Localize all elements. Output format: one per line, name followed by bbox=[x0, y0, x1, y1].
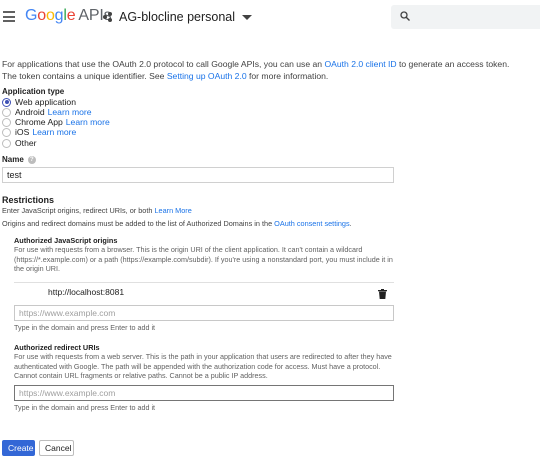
project-selector[interactable]: AG-blocline personal bbox=[103, 10, 253, 24]
js-origin-hint: Type in the domain and press Enter to ad… bbox=[14, 323, 156, 332]
js-origin-entry-row: http://localhost:8081 bbox=[14, 282, 394, 302]
project-hierarchy-icon bbox=[103, 12, 113, 22]
android-learn-more-link[interactable]: Learn more bbox=[48, 107, 92, 117]
oauth-client-id-link[interactable]: OAuth 2.0 client ID bbox=[324, 59, 396, 69]
authorized-domains-note: Origins and redirect domains must be add… bbox=[2, 219, 352, 228]
redirect-uris-title: Authorized redirect URIs bbox=[14, 343, 100, 352]
radio-other[interactable]: Other bbox=[2, 138, 37, 148]
google-apis-logo[interactable]: Google APIs bbox=[25, 7, 112, 25]
ios-learn-more-link[interactable]: Learn more bbox=[32, 127, 76, 137]
js-origin-entry: http://localhost:8081 bbox=[48, 287, 125, 297]
radio-android[interactable]: Android Learn more bbox=[2, 107, 92, 117]
restrictions-title: Restrictions bbox=[2, 195, 55, 205]
setting-up-oauth-link[interactable]: Setting up OAuth 2.0 bbox=[167, 71, 247, 81]
js-origin-input[interactable] bbox=[14, 305, 394, 321]
application-type-label: Application type bbox=[2, 87, 65, 96]
redirect-uri-hint: Type in the domain and press Enter to ad… bbox=[14, 403, 156, 412]
js-origins-title: Authorized JavaScript origins bbox=[14, 236, 118, 245]
cancel-button[interactable]: Cancel bbox=[39, 440, 74, 456]
trash-icon[interactable] bbox=[378, 289, 387, 299]
radio-button[interactable] bbox=[2, 117, 11, 127]
name-field[interactable] bbox=[2, 167, 394, 183]
dropdown-caret-icon bbox=[242, 14, 253, 20]
help-icon[interactable]: ? bbox=[27, 155, 36, 164]
radio-button-checked[interactable] bbox=[2, 97, 11, 107]
chrome-app-learn-more-link[interactable]: Learn more bbox=[66, 117, 110, 127]
oauth-consent-settings-link[interactable]: OAuth consent settings bbox=[274, 219, 349, 228]
project-name: AG-blocline personal bbox=[119, 10, 236, 24]
name-label: Name? bbox=[2, 155, 36, 164]
restrictions-description: Enter JavaScript origins, redirect URIs,… bbox=[2, 206, 192, 215]
radio-chrome-app[interactable]: Chrome App Learn more bbox=[2, 117, 110, 127]
js-origins-description: For use with requests from a browser. Th… bbox=[14, 245, 393, 274]
search-box[interactable] bbox=[391, 5, 540, 29]
redirect-uri-input[interactable] bbox=[14, 385, 394, 401]
restrictions-learn-more-link[interactable]: Learn More bbox=[154, 206, 191, 215]
intro-text: For applications that use the OAuth 2.0 … bbox=[2, 59, 510, 81]
redirect-uris-description: For use with requests from a web server.… bbox=[14, 352, 392, 381]
radio-button[interactable] bbox=[2, 127, 11, 137]
radio-web-application[interactable]: Web application bbox=[2, 97, 76, 107]
hamburger-menu-icon[interactable] bbox=[3, 11, 15, 22]
radio-button[interactable] bbox=[2, 107, 11, 117]
radio-button[interactable] bbox=[2, 138, 11, 148]
create-button[interactable]: Create bbox=[2, 440, 35, 456]
search-icon bbox=[400, 11, 410, 21]
top-bar: Google APIs AG-blocline personal bbox=[0, 0, 540, 36]
radio-ios[interactable]: iOS Learn more bbox=[2, 127, 76, 137]
